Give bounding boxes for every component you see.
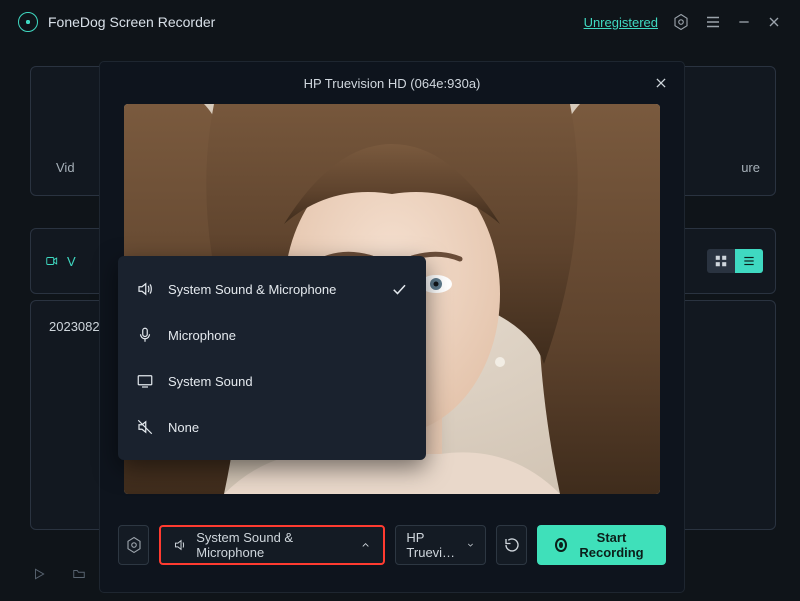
- recorder-toolbar: System Sound & Microphone HP Truevi… Sta…: [100, 525, 684, 565]
- menu-icon[interactable]: [704, 13, 722, 31]
- recorder-settings-button[interactable]: [118, 525, 149, 565]
- filter-tab-video[interactable]: V: [67, 254, 76, 269]
- app-logo-icon: [18, 12, 38, 32]
- list-view-button[interactable]: [735, 249, 763, 273]
- system-sound-icon: [136, 372, 154, 390]
- titlebar: FoneDog Screen Recorder Unregistered: [0, 0, 800, 44]
- start-recording-label: Start Recording: [575, 530, 648, 560]
- audio-option-label: System Sound & Microphone: [168, 282, 336, 297]
- audio-option-label: Microphone: [168, 328, 236, 343]
- speaker-mute-icon: [136, 418, 154, 436]
- grid-view-button[interactable]: [707, 249, 735, 273]
- record-icon: [555, 538, 566, 552]
- speaker-icon: [136, 280, 154, 298]
- audio-option-none[interactable]: None: [118, 404, 426, 450]
- close-button[interactable]: [766, 14, 782, 30]
- video-icon: [43, 254, 61, 268]
- folder-icon[interactable]: [70, 565, 88, 583]
- registration-link[interactable]: Unregistered: [584, 15, 658, 30]
- modal-title: HP Truevision HD (064e:930a): [304, 76, 481, 91]
- camera-label: HP Truevi…: [406, 530, 458, 560]
- audio-option-system[interactable]: System Sound: [118, 358, 426, 404]
- camera-selector[interactable]: HP Truevi…: [395, 525, 486, 565]
- audio-option-system-and-mic[interactable]: System Sound & Microphone: [118, 266, 426, 312]
- audio-source-selector[interactable]: System Sound & Microphone: [159, 525, 385, 565]
- audio-source-label: System Sound & Microphone: [196, 530, 352, 560]
- rotate-icon: [503, 536, 521, 554]
- mode-tab-video-partial: Vid: [56, 160, 75, 175]
- minimize-button[interactable]: [736, 14, 752, 30]
- microphone-icon: [136, 326, 154, 344]
- reset-button[interactable]: [496, 525, 527, 565]
- audio-option-label: System Sound: [168, 374, 253, 389]
- app-title: FoneDog Screen Recorder: [48, 14, 215, 30]
- audio-option-label: None: [168, 420, 199, 435]
- mode-tab-capture-partial: ure: [741, 160, 760, 175]
- check-icon: [390, 280, 408, 298]
- audio-source-menu: System Sound & Microphone Microphone Sys…: [118, 256, 426, 460]
- start-recording-button[interactable]: Start Recording: [537, 525, 666, 565]
- chevron-down-icon: [466, 539, 475, 551]
- play-icon[interactable]: [30, 565, 48, 583]
- audio-option-mic[interactable]: Microphone: [118, 312, 426, 358]
- speaker-icon: [173, 537, 188, 553]
- settings-icon[interactable]: [672, 13, 690, 31]
- modal-close-button[interactable]: [652, 74, 670, 92]
- chevron-up-icon: [360, 539, 371, 551]
